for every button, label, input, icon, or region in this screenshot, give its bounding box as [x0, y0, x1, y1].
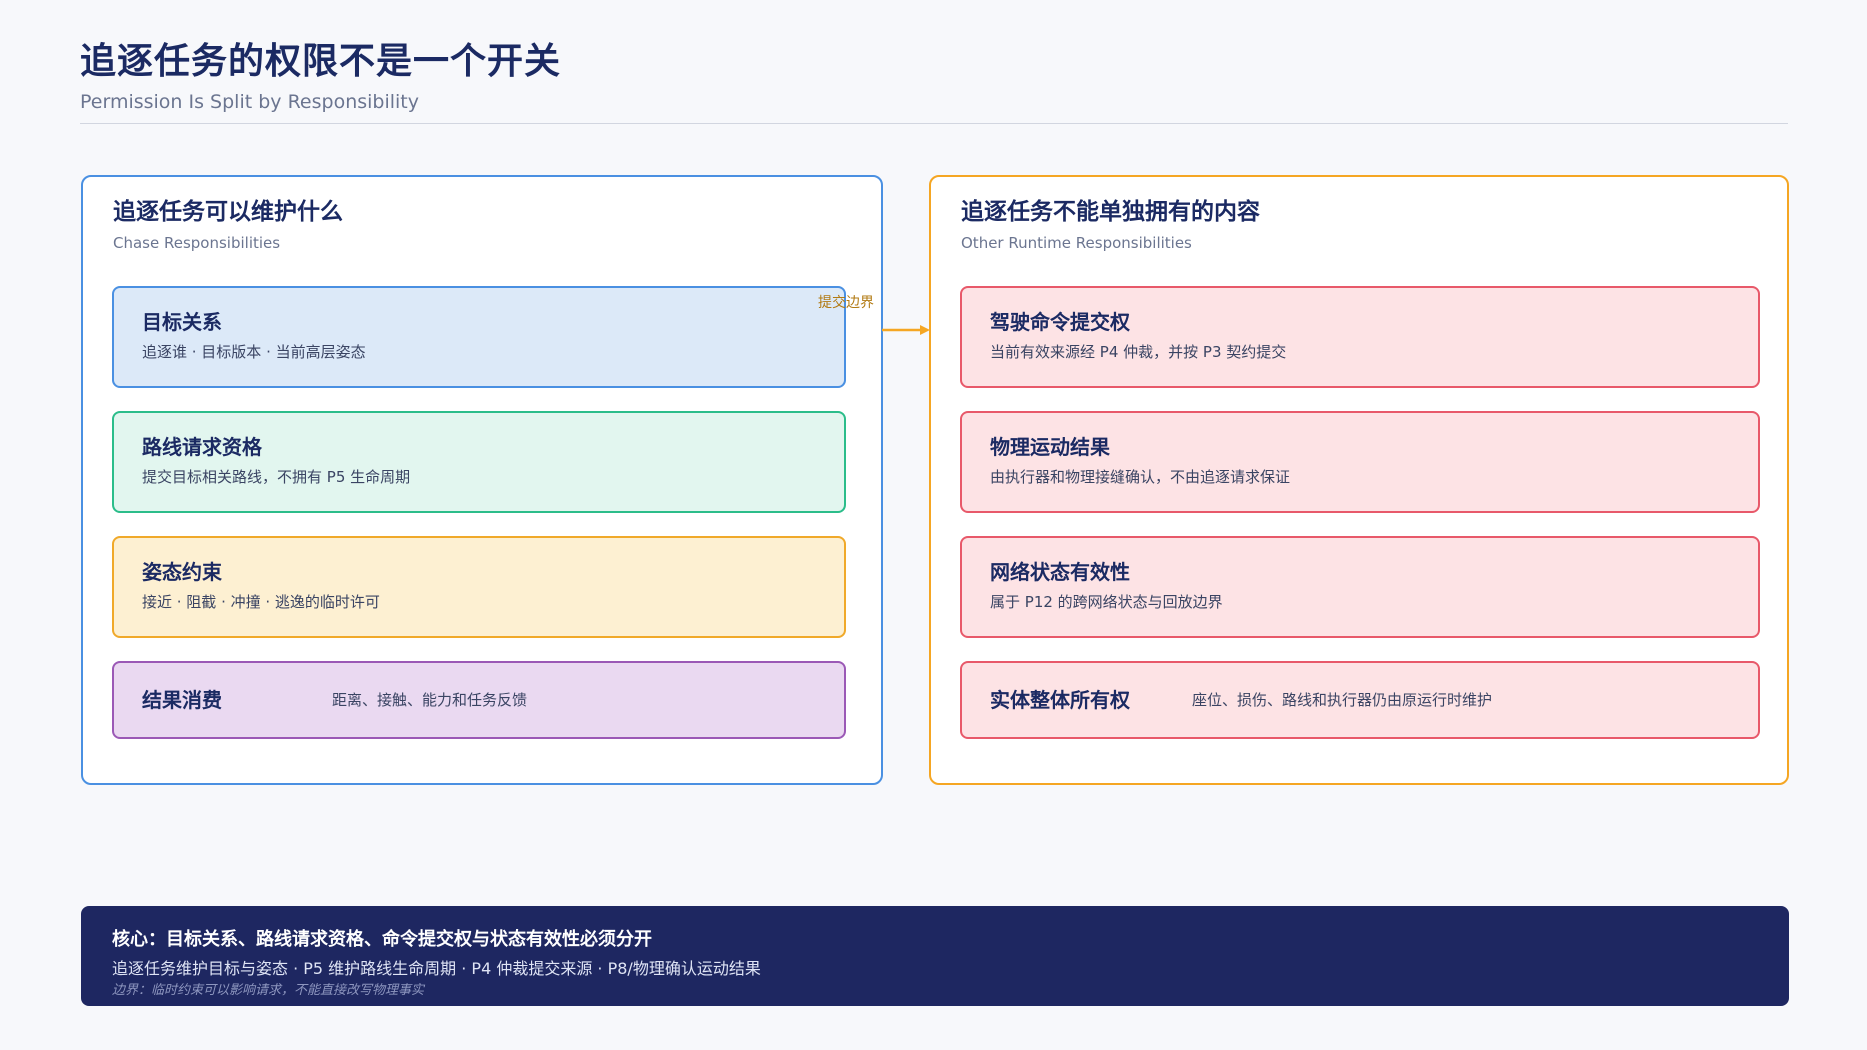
card-title: 物理运动结果 — [990, 435, 1110, 459]
panel-subtitle: Chase Responsibilities — [113, 234, 281, 252]
summary-line: 追逐任务维护目标与姿态 · P5 维护路线生命周期 · P4 仲裁提交来源 · … — [112, 959, 761, 978]
card-desc: 由执行器和物理接缝确认，不由追逐请求保证 — [990, 468, 1291, 486]
card-title: 路线请求资格 — [142, 435, 262, 459]
card-desc: 追逐谁 · 目标版本 · 当前高层姿态 — [142, 343, 366, 361]
card-target-relation: 目标关系 追逐谁 · 目标版本 · 当前高层姿态 — [112, 286, 846, 388]
card-entity-ownership: 实体整体所有权 座位、损伤、路线和执行器仍由原运行时维护 — [960, 661, 1760, 739]
panel-subtitle: Other Runtime Responsibilities — [961, 234, 1192, 252]
card-desc: 接近 · 阻截 · 冲撞 · 逃逸的临时许可 — [142, 593, 380, 611]
panel-title: 追逐任务不能单独拥有的内容 — [961, 199, 1260, 225]
card-desc: 座位、损伤、路线和执行器仍由原运行时维护 — [1192, 691, 1493, 709]
card-desc: 距离、接触、能力和任务反馈 — [332, 691, 528, 709]
card-title: 驾驶命令提交权 — [990, 310, 1130, 334]
header: 追逐任务的权限不是一个开关 Permission Is Split by Res… — [80, 40, 1788, 114]
header-divider — [80, 123, 1788, 124]
card-title: 网络状态有效性 — [990, 560, 1130, 584]
card-title: 姿态约束 — [142, 560, 222, 584]
boundary-arrow-icon — [882, 325, 930, 335]
card-drive-command: 驾驶命令提交权 当前有效来源经 P4 仲裁，并按 P3 契约提交 — [960, 286, 1760, 388]
card-posture-constraint: 姿态约束 接近 · 阻截 · 冲撞 · 逃逸的临时许可 — [112, 536, 846, 638]
chase-responsibilities-panel: 追逐任务可以维护什么 Chase Responsibilities 目标关系 追… — [81, 175, 883, 785]
card-route-request: 路线请求资格 提交目标相关路线，不拥有 P5 生命周期 — [112, 411, 846, 513]
page-title: 追逐任务的权限不是一个开关 — [80, 41, 562, 82]
card-title: 结果消费 — [142, 688, 222, 712]
summary-title: 核心：目标关系、路线请求资格、命令提交权与状态有效性必须分开 — [112, 929, 652, 950]
card-desc: 提交目标相关路线，不拥有 P5 生命周期 — [142, 468, 411, 486]
summary-note: 边界：临时约束可以影响请求，不能直接改写物理事实 — [112, 983, 425, 998]
summary-banner: 核心：目标关系、路线请求资格、命令提交权与状态有效性必须分开 追逐任务维护目标与… — [81, 906, 1789, 1006]
card-network-validity: 网络状态有效性 属于 P12 的跨网络状态与回放边界 — [960, 536, 1760, 638]
card-desc: 属于 P12 的跨网络状态与回放边界 — [990, 593, 1223, 611]
other-responsibilities-panel: 追逐任务不能单独拥有的内容 Other Runtime Responsibili… — [929, 175, 1789, 785]
page-subtitle: Permission Is Split by Responsibility — [80, 91, 420, 113]
card-desc: 当前有效来源经 P4 仲裁，并按 P3 契约提交 — [990, 343, 1287, 361]
card-title: 实体整体所有权 — [990, 688, 1130, 712]
panel-title: 追逐任务可以维护什么 — [113, 199, 343, 225]
boundary-label: 提交边界 — [818, 295, 874, 311]
card-title: 目标关系 — [142, 310, 222, 334]
card-physics-result: 物理运动结果 由执行器和物理接缝确认，不由追逐请求保证 — [960, 411, 1760, 513]
card-result-consumption: 结果消费 距离、接触、能力和任务反馈 — [112, 661, 846, 739]
